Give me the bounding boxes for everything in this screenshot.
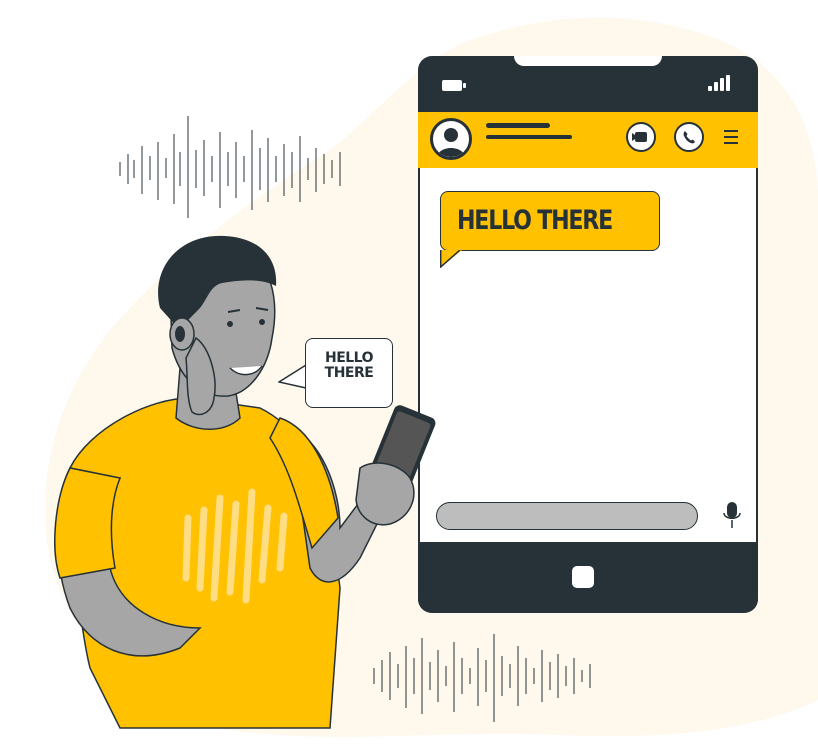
chat-header	[418, 112, 758, 168]
user-avatar-icon[interactable]	[430, 118, 472, 160]
video-camera-icon	[632, 132, 647, 142]
phone-icon	[683, 131, 695, 144]
speech-line-1: HELLO	[324, 350, 374, 366]
microphone-icon[interactable]	[722, 500, 742, 532]
speech-bubble: HELLO THERE	[305, 338, 393, 408]
speech-line-2: THERE	[324, 365, 374, 381]
illustration-scene: HELLO THERE HELLO THERE	[0, 0, 818, 748]
contact-status-placeholder	[486, 135, 572, 139]
speech-bubble-tail	[278, 364, 307, 390]
hamburger-menu-icon[interactable]	[721, 124, 741, 150]
person-illustration	[54, 235, 436, 729]
voice-call-button[interactable]	[674, 122, 704, 152]
message-text: HELLO THERE	[457, 205, 613, 236]
battery-icon	[442, 80, 466, 91]
video-call-button[interactable]	[626, 122, 656, 152]
status-bar	[418, 56, 758, 112]
signal-icon	[708, 75, 730, 91]
sound-wave-top-icon	[119, 116, 341, 218]
home-button-icon[interactable]	[572, 566, 594, 588]
contact-name-placeholder	[486, 123, 550, 128]
